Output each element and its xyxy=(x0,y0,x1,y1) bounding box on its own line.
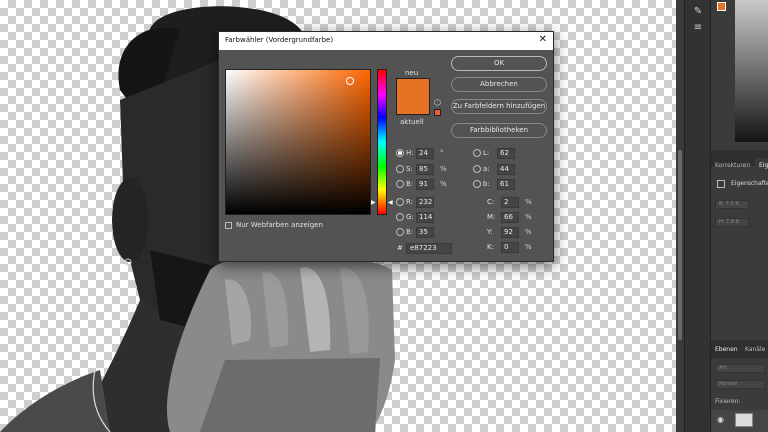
hue-arrow-left-icon[interactable]: ▶ xyxy=(371,200,376,206)
dialog-titlebar[interactable]: Farbwähler (Vordergrundfarbe) ✕ xyxy=(219,32,553,50)
adjust-sliders-icon[interactable]: ≡ xyxy=(691,22,705,34)
color-libraries-button[interactable]: Farbbibliotheken xyxy=(451,123,547,138)
layer-thumbnail xyxy=(735,413,753,427)
layer-filter-input[interactable]: Art xyxy=(715,364,765,373)
gamut-warning-swatch[interactable] xyxy=(434,109,441,116)
canvas-scrollbar[interactable] xyxy=(676,0,684,432)
saturation-brightness-field[interactable] xyxy=(225,69,371,215)
brightness-input[interactable]: 91 xyxy=(416,179,434,190)
hue-input[interactable]: 24 xyxy=(416,148,434,159)
foreground-color-swatch[interactable] xyxy=(717,2,726,11)
blue-input[interactable]: 35 xyxy=(416,227,434,238)
close-icon[interactable]: ✕ xyxy=(539,34,547,46)
green-radio[interactable] xyxy=(396,213,404,221)
tab-properties[interactable]: Eige xyxy=(755,158,768,174)
cancel-button[interactable]: Abbrechen xyxy=(451,77,547,92)
eyedropper-icon[interactable]: ✎ xyxy=(691,6,705,18)
black-input[interactable]: 0 xyxy=(501,242,519,253)
add-to-swatches-button[interactable]: Zu Farbfeldern hinzufügen xyxy=(451,99,547,114)
red-radio[interactable] xyxy=(396,198,404,206)
blend-mode-select[interactable]: Normal xyxy=(715,380,765,389)
lab-a-input[interactable]: 44 xyxy=(497,164,515,175)
new-color-swatch xyxy=(396,78,430,97)
new-color-label: neu xyxy=(405,69,419,77)
hex-input[interactable]: e87223 xyxy=(406,243,452,254)
lab-l-radio[interactable] xyxy=(473,149,481,157)
lab-b-radio[interactable] xyxy=(473,180,481,188)
ok-button[interactable]: OK xyxy=(451,56,547,71)
height-field[interactable]: H: 7,9 ft xyxy=(715,218,749,227)
hue-radio[interactable] xyxy=(396,149,404,157)
eye-icon[interactable]: ◉ xyxy=(717,415,724,424)
hue-slider[interactable] xyxy=(377,69,387,215)
dialog-title: Farbwähler (Vordergrundfarbe) xyxy=(225,36,334,44)
color-picker-dialog: Farbwähler (Vordergrundfarbe) ✕ ▶ ◀ neu … xyxy=(218,31,554,262)
web-colors-checkbox[interactable] xyxy=(225,222,232,229)
layer-row[interactable]: ◉ xyxy=(711,410,768,432)
magenta-input[interactable]: 66 xyxy=(501,212,519,223)
current-color-swatch[interactable] xyxy=(396,97,430,115)
green-input[interactable]: 114 xyxy=(416,212,434,223)
lab-a-radio[interactable] xyxy=(473,165,481,173)
yellow-input[interactable]: 92 xyxy=(501,227,519,238)
cube-icon[interactable]: ⬡ xyxy=(434,99,441,107)
tab-corrections[interactable]: Korrekturen xyxy=(711,158,754,174)
tab-layers[interactable]: Ebenen xyxy=(711,342,742,358)
cyan-input[interactable]: 2 xyxy=(501,197,519,208)
color-cursor[interactable] xyxy=(346,77,354,85)
hex-label: # xyxy=(397,244,403,252)
saturation-radio[interactable] xyxy=(396,165,404,173)
red-input[interactable]: 232 xyxy=(416,197,434,208)
width-field[interactable]: B: 7,5 ft xyxy=(715,200,749,209)
properties-title: Eigenschaften xyxy=(731,180,768,187)
saturation-input[interactable]: 85 xyxy=(416,164,434,175)
lock-label: Fixieren: xyxy=(715,398,741,405)
web-colors-label: Nur Webfarben anzeigen xyxy=(236,221,323,229)
right-panels: Korrekturen Eige Eigenschaften B: 7,5 ft… xyxy=(710,0,768,432)
tab-channels[interactable]: Kanäle xyxy=(741,342,768,358)
properties-icon xyxy=(717,180,725,188)
lab-b-input[interactable]: 61 xyxy=(497,179,515,190)
hue-arrow-right-icon[interactable]: ◀ xyxy=(388,200,393,206)
scrollbar-thumb[interactable] xyxy=(678,150,682,340)
current-color-label: aktuell xyxy=(400,118,424,126)
color-panel-preview[interactable] xyxy=(735,0,768,142)
tool-column: ✎ ≡ xyxy=(684,0,710,432)
brightness-radio[interactable] xyxy=(396,180,404,188)
lab-l-input[interactable]: 62 xyxy=(497,148,515,159)
blue-radio[interactable] xyxy=(396,228,404,236)
